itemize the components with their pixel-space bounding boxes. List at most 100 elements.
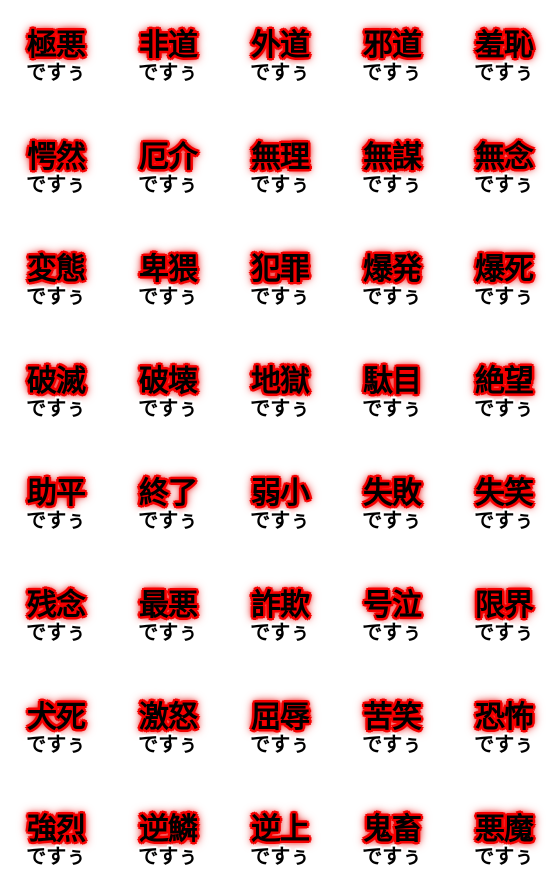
sticker-cell[interactable]: 詐欺 ですぅ — [224, 560, 336, 672]
sticker-cell[interactable]: 卑猥 ですぅ — [112, 224, 224, 336]
sticker-kanji-label: 激怒 — [139, 699, 198, 735]
sticker-suffix-label: ですぅ — [26, 395, 86, 420]
sticker-cell[interactable]: 愕然 ですぅ — [0, 112, 112, 224]
sticker-cell[interactable]: 逆鱗 ですぅ — [112, 784, 224, 896]
sticker-kanji-label: 失笑 — [475, 475, 534, 511]
sticker-suffix-label: ですぅ — [138, 283, 198, 308]
sticker-cell[interactable]: 鬼畜 ですぅ — [336, 784, 448, 896]
sticker-suffix-label: ですぅ — [362, 59, 422, 84]
sticker-suffix-label: ですぅ — [362, 619, 422, 644]
sticker-cell[interactable]: 非道 ですぅ — [112, 0, 224, 112]
sticker-kanji-label: 爆死 — [475, 251, 534, 287]
sticker-suffix-label: ですぅ — [474, 283, 534, 308]
sticker-cell[interactable]: 変態 ですぅ — [0, 224, 112, 336]
sticker-kanji-label: 失敗 — [363, 475, 422, 511]
sticker-kanji-label: 邪道 — [363, 27, 422, 63]
sticker-cell[interactable]: 駄目 ですぅ — [336, 336, 448, 448]
sticker-suffix-label: ですぅ — [26, 731, 86, 756]
sticker-cell[interactable]: 厄介 ですぅ — [112, 112, 224, 224]
sticker-suffix-label: ですぅ — [474, 731, 534, 756]
sticker-cell[interactable]: 逆上 ですぅ — [224, 784, 336, 896]
sticker-kanji-label: 犬死 — [27, 699, 86, 735]
sticker-suffix-label: ですぅ — [250, 507, 310, 532]
sticker-cell[interactable]: 絶望 ですぅ — [448, 336, 560, 448]
sticker-suffix-label: ですぅ — [250, 171, 310, 196]
sticker-kanji-label: 鬼畜 — [363, 811, 422, 847]
sticker-kanji-label: 変態 — [27, 251, 86, 287]
sticker-kanji-label: 逆上 — [251, 811, 310, 847]
sticker-kanji-label: 無謀 — [363, 139, 422, 175]
sticker-kanji-label: 破壊 — [139, 363, 198, 399]
sticker-kanji-label: 極悪 — [27, 27, 86, 63]
sticker-cell[interactable]: 号泣 ですぅ — [336, 560, 448, 672]
sticker-suffix-label: ですぅ — [138, 843, 198, 868]
sticker-cell[interactable]: 屈辱 ですぅ — [224, 672, 336, 784]
sticker-suffix-label: ですぅ — [250, 731, 310, 756]
sticker-kanji-label: 非道 — [139, 27, 198, 63]
sticker-cell[interactable]: 恐怖 ですぅ — [448, 672, 560, 784]
sticker-cell[interactable]: 強烈 ですぅ — [0, 784, 112, 896]
sticker-cell[interactable]: 助平 ですぅ — [0, 448, 112, 560]
sticker-kanji-label: 外道 — [251, 27, 310, 63]
sticker-cell[interactable]: 無謀 ですぅ — [336, 112, 448, 224]
sticker-kanji-label: 悪魔 — [475, 811, 534, 847]
sticker-kanji-label: 無理 — [251, 139, 310, 175]
sticker-cell[interactable]: 邪道 ですぅ — [336, 0, 448, 112]
sticker-suffix-label: ですぅ — [474, 507, 534, 532]
sticker-kanji-label: 厄介 — [139, 139, 198, 175]
sticker-cell[interactable]: 激怒 ですぅ — [112, 672, 224, 784]
sticker-cell[interactable]: 破滅 ですぅ — [0, 336, 112, 448]
sticker-kanji-label: 羞恥 — [475, 27, 534, 63]
sticker-suffix-label: ですぅ — [250, 59, 310, 84]
sticker-suffix-label: ですぅ — [362, 507, 422, 532]
sticker-kanji-label: 弱小 — [251, 475, 310, 511]
sticker-cell[interactable]: 弱小 ですぅ — [224, 448, 336, 560]
sticker-suffix-label: ですぅ — [250, 283, 310, 308]
sticker-cell[interactable]: 最悪 ですぅ — [112, 560, 224, 672]
sticker-cell[interactable]: 苦笑 ですぅ — [336, 672, 448, 784]
sticker-suffix-label: ですぅ — [362, 731, 422, 756]
sticker-kanji-label: 助平 — [27, 475, 86, 511]
sticker-cell[interactable]: 無理 ですぅ — [224, 112, 336, 224]
sticker-kanji-label: 逆鱗 — [139, 811, 198, 847]
sticker-kanji-label: 絶望 — [475, 363, 534, 399]
sticker-suffix-label: ですぅ — [362, 171, 422, 196]
sticker-suffix-label: ですぅ — [138, 731, 198, 756]
sticker-cell[interactable]: 地獄 ですぅ — [224, 336, 336, 448]
sticker-cell[interactable]: 外道 ですぅ — [224, 0, 336, 112]
sticker-cell[interactable]: 犬死 ですぅ — [0, 672, 112, 784]
sticker-kanji-label: 強烈 — [27, 811, 86, 847]
sticker-cell[interactable]: 悪魔 ですぅ — [448, 784, 560, 896]
sticker-cell[interactable]: 破壊 ですぅ — [112, 336, 224, 448]
sticker-kanji-label: 無念 — [475, 139, 534, 175]
sticker-suffix-label: ですぅ — [138, 619, 198, 644]
sticker-suffix-label: ですぅ — [138, 507, 198, 532]
sticker-cell[interactable]: 爆死 ですぅ — [448, 224, 560, 336]
sticker-cell[interactable]: 爆発 ですぅ — [336, 224, 448, 336]
sticker-cell[interactable]: 失敗 ですぅ — [336, 448, 448, 560]
sticker-suffix-label: ですぅ — [250, 619, 310, 644]
sticker-kanji-label: 苦笑 — [363, 699, 422, 735]
sticker-cell[interactable]: 羞恥 ですぅ — [448, 0, 560, 112]
sticker-suffix-label: ですぅ — [250, 843, 310, 868]
sticker-kanji-label: 最悪 — [139, 587, 198, 623]
sticker-suffix-label: ですぅ — [26, 59, 86, 84]
sticker-suffix-label: ですぅ — [362, 395, 422, 420]
sticker-cell[interactable]: 極悪 ですぅ — [0, 0, 112, 112]
sticker-kanji-label: 駄目 — [363, 363, 422, 399]
sticker-cell[interactable]: 犯罪 ですぅ — [224, 224, 336, 336]
sticker-kanji-label: 限界 — [475, 587, 534, 623]
sticker-cell[interactable]: 無念 ですぅ — [448, 112, 560, 224]
sticker-suffix-label: ですぅ — [138, 171, 198, 196]
sticker-cell[interactable]: 失笑 ですぅ — [448, 448, 560, 560]
sticker-kanji-label: 爆発 — [363, 251, 422, 287]
sticker-cell[interactable]: 終了 ですぅ — [112, 448, 224, 560]
sticker-cell[interactable]: 限界 ですぅ — [448, 560, 560, 672]
sticker-suffix-label: ですぅ — [26, 619, 86, 644]
sticker-suffix-label: ですぅ — [474, 843, 534, 868]
sticker-suffix-label: ですぅ — [474, 171, 534, 196]
sticker-cell[interactable]: 残念 ですぅ — [0, 560, 112, 672]
sticker-suffix-label: ですぅ — [474, 619, 534, 644]
sticker-kanji-label: 地獄 — [251, 363, 310, 399]
sticker-suffix-label: ですぅ — [26, 507, 86, 532]
